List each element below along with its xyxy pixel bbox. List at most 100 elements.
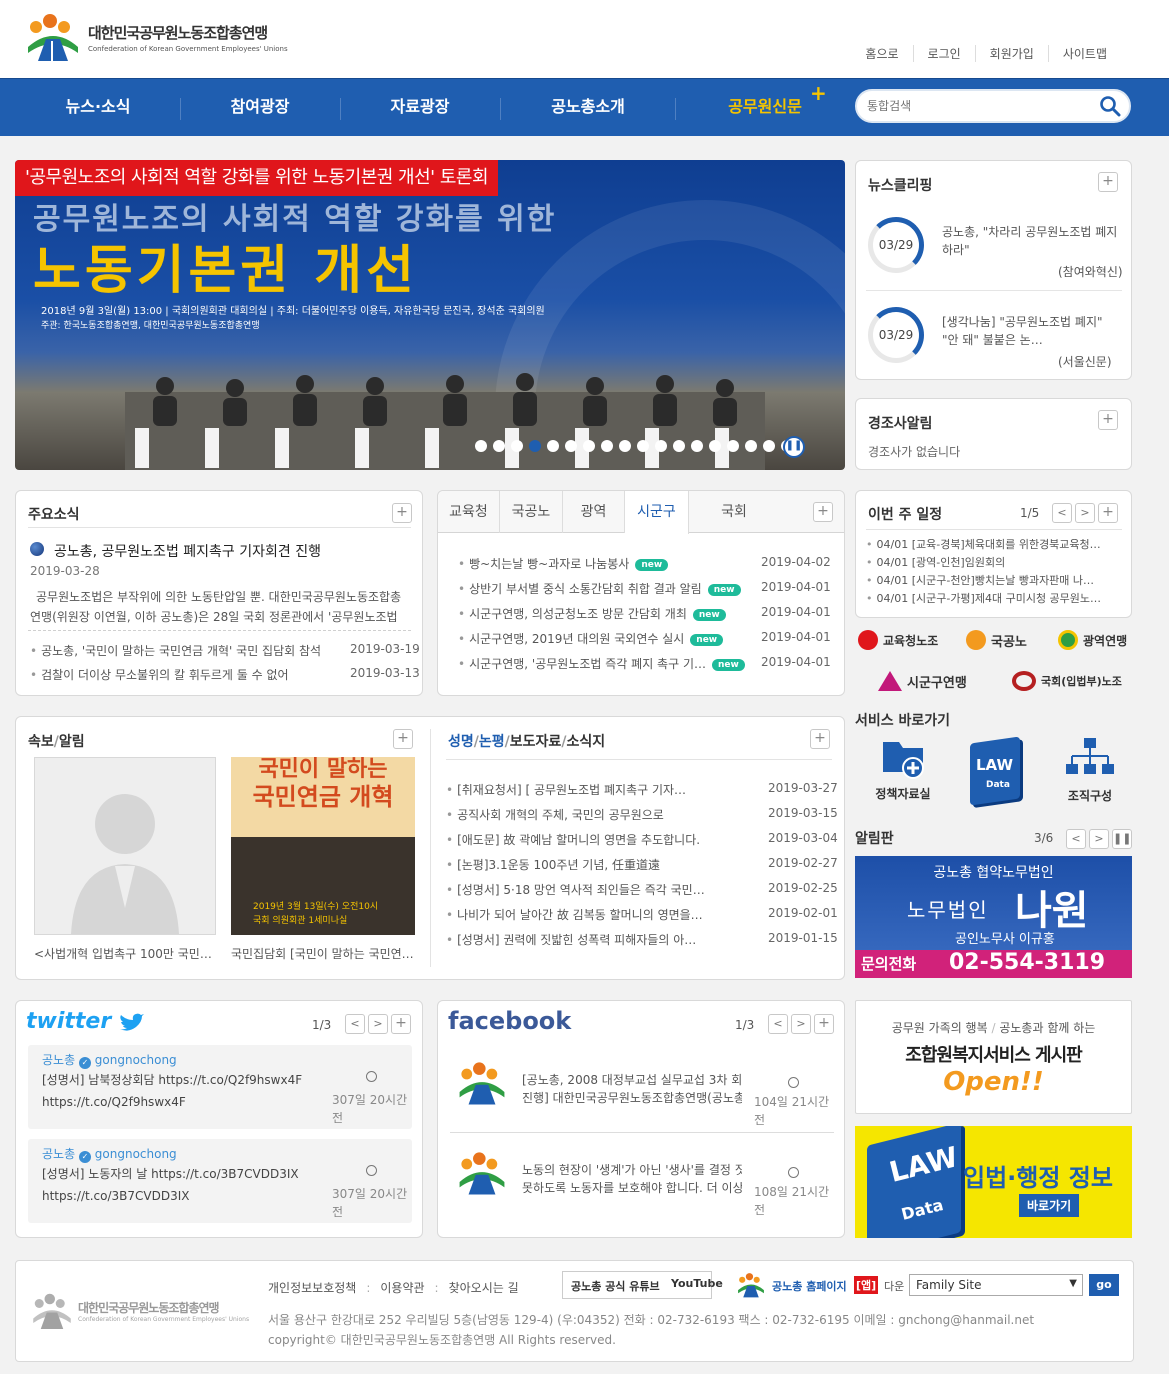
- statement-item[interactable]: • 공직사회 개혁의 주체, 국민의 공무원으로: [446, 806, 736, 823]
- union-link-national[interactable]: 국공노: [966, 630, 1027, 650]
- family-site-select[interactable]: Family Site ▼: [909, 1274, 1083, 1296]
- tab-national[interactable]: 국공노: [500, 491, 563, 533]
- banner-dot[interactable]: [619, 440, 631, 452]
- law-info-banner[interactable]: LAW Data 입법·행정 정보 바로가기: [855, 1126, 1132, 1238]
- main-banner[interactable]: '공무원노조의 사회적 역할 강화를 위한 노동기본권 개선' 토론회 공무원노…: [15, 160, 845, 470]
- more-button[interactable]: +: [393, 729, 413, 749]
- nav-about[interactable]: 공노총소개: [508, 79, 668, 137]
- union-link-metro[interactable]: 광역연맹: [1058, 630, 1127, 650]
- banner-dot[interactable]: [709, 440, 721, 452]
- flash-caption[interactable]: <사법개혁 입법촉구 100만 국민…: [34, 945, 216, 962]
- headline-link[interactable]: 공노총, 공무원노조법 폐지촉구 기자회견 진행: [54, 541, 321, 561]
- more-button[interactable]: +: [814, 1014, 834, 1034]
- tab-list-item[interactable]: • 시군구연맹, 의성군청노조 방문 간담회 개최 new: [458, 605, 758, 622]
- terms-link[interactable]: 이용약관: [380, 1281, 424, 1295]
- tab-list-item[interactable]: • 시군구연맹, '공무원노조법 즉각 폐지 촉구 기… new: [458, 655, 758, 672]
- quick-link-policy[interactable]: 정책자료실: [868, 738, 938, 802]
- more-button[interactable]: +: [1098, 172, 1118, 192]
- schedule-item[interactable]: • 04/01 [시군구-천안]빵치는날 빵과자판매 나…: [866, 572, 1122, 588]
- prev-arrow-icon[interactable]: <: [345, 1014, 365, 1034]
- more-button[interactable]: +: [1098, 503, 1118, 523]
- banner-dot[interactable]: [493, 440, 505, 452]
- next-arrow-icon[interactable]: >: [1089, 829, 1109, 849]
- banner-dot[interactable]: [475, 440, 487, 452]
- nav-participation[interactable]: 참여광장: [180, 79, 340, 137]
- union-link-assembly[interactable]: 국회(입법부)노조: [1012, 671, 1122, 691]
- schedule-item[interactable]: • 04/01 [광역-인천]임원회의: [866, 554, 1122, 570]
- prev-arrow-icon[interactable]: <: [1052, 503, 1072, 523]
- util-login-link[interactable]: 로그인: [912, 45, 975, 62]
- flash-item-2[interactable]: 국민이 말하는 국민연금 개혁 2019년 3월 13일(수) 오전10시 국회…: [231, 757, 415, 935]
- directions-link[interactable]: 찾아오시는 길: [449, 1281, 519, 1295]
- search-icon[interactable]: [1099, 95, 1121, 117]
- quick-link-law[interactable]: LAW Data: [966, 736, 1026, 806]
- schedule-item[interactable]: • 04/01 [교육-경북]체육대회를 위한경북교육청…: [866, 536, 1122, 552]
- next-arrow-icon[interactable]: >: [368, 1014, 388, 1034]
- next-arrow-icon[interactable]: >: [1075, 503, 1095, 523]
- news-list-item[interactable]: • 공노총, '국민이 말하는 국민연금 개혁' 국민 집담회 참석: [30, 642, 321, 659]
- banner-dot[interactable]: [529, 440, 541, 452]
- util-sitemap-link[interactable]: 사이트맵: [1047, 45, 1121, 62]
- statement-item[interactable]: • [성명서] 권력에 짓밟힌 성폭력 피해자들의 아…: [446, 931, 736, 948]
- next-arrow-icon[interactable]: >: [791, 1014, 811, 1034]
- clipping-item[interactable]: 03/29 [생각나눔] "공무원노조법 폐지" "안 돼" 불붙은 논… (서…: [866, 303, 1122, 373]
- youtube-button[interactable]: 공노총 공식 유튜브 YouTube: [562, 1271, 723, 1299]
- statement-item[interactable]: • 나비가 되어 날아간 故 김복동 할머니의 영면을…: [446, 906, 736, 923]
- tweet-link[interactable]: https://t.co/3B7CVDD3IX: [42, 1189, 189, 1203]
- more-button[interactable]: +: [392, 503, 412, 523]
- search-input[interactable]: [867, 92, 1087, 120]
- prev-arrow-icon[interactable]: <: [768, 1014, 788, 1034]
- banner-dot[interactable]: [763, 440, 775, 452]
- clipping-item[interactable]: 03/29 공노총, "차라리 공무원노조법 폐지 하라" (참여와혁신): [866, 213, 1123, 291]
- flash-caption[interactable]: 국민집담회 [국민이 말하는 국민연…: [231, 945, 417, 962]
- banner-dot[interactable]: [565, 440, 577, 452]
- facebook-post[interactable]: 노동의 현장이 '생계'가 아닌 '생사'를 결정 짓지 못하도록 노동자를 보호…: [450, 1137, 834, 1223]
- tab-list-item[interactable]: • 빵~치는날 빵~과자로 나눔봉사 new: [458, 555, 758, 572]
- banner-dot[interactable]: [637, 440, 649, 452]
- nav-resources[interactable]: 자료광장: [340, 79, 500, 137]
- statement-item[interactable]: • [성명서] 5·18 망언 역사적 죄인들은 즉각 국민…: [446, 881, 736, 898]
- flash-item-1[interactable]: [34, 757, 216, 935]
- notice-banner[interactable]: 공노총 협약노무법인 노무법인 나원 공인노무사 이규홍 문의전화 02-554…: [855, 856, 1132, 978]
- tab-local-active[interactable]: 시군구: [625, 491, 689, 534]
- tab-list-item[interactable]: • 시군구연맹, 2019년 대의원 국외연수 실시 new: [458, 630, 758, 647]
- privacy-link[interactable]: 개인정보보호정책: [268, 1281, 356, 1295]
- nav-news[interactable]: 뉴스·소식: [18, 79, 178, 137]
- union-link-education[interactable]: 교육청노조: [858, 630, 938, 650]
- app-download-button[interactable]: 공노총 홈페이지 [앱] 다운: [732, 1271, 904, 1299]
- tab-metro[interactable]: 광역: [563, 491, 625, 533]
- banner-pause-button[interactable]: ❚❚: [783, 436, 805, 458]
- banner-dot[interactable]: [655, 440, 667, 452]
- union-link-local[interactable]: 시군구연맹: [878, 671, 967, 691]
- tweet-card[interactable]: 공노총 ✓ gongnochong [성명서] 남북정상회담 https://t.…: [28, 1045, 412, 1129]
- tweet-card[interactable]: 공노총 ✓ gongnochong [성명서] 노동자의 날 https://t.…: [28, 1139, 412, 1223]
- more-button[interactable]: +: [391, 1014, 411, 1034]
- statement-item[interactable]: • [취재요청서] [ 공무원노조법 폐지촉구 기자…: [446, 781, 736, 798]
- prev-arrow-icon[interactable]: <: [1066, 829, 1086, 849]
- facebook-post[interactable]: [공노총, 2008 대정부교섭 실무교섭 3차 회의 진행] 대한민국공무원노동…: [450, 1047, 834, 1133]
- banner-dot[interactable]: [745, 440, 757, 452]
- tab-list-item[interactable]: • 상반기 부서별 중식 소통간담회 취합 결과 알림 new: [458, 580, 758, 597]
- welfare-banner[interactable]: 공무원 가족의 행복 / 공노총과 함께 하는 조합원복지서비스 게시판 Ope…: [855, 1000, 1132, 1114]
- news-list-item[interactable]: • 검찰이 더이상 무소불위의 칼 휘두르게 둘 수 없어: [30, 666, 289, 683]
- tab-assembly[interactable]: 국회: [689, 491, 779, 533]
- site-logo[interactable]: 대한민국공무원노동조합총연맹 Confederation of Korean G…: [24, 12, 288, 62]
- tweet-link[interactable]: https://t.co/Q2f9hswx4F: [42, 1095, 186, 1109]
- util-home-link[interactable]: 홈으로: [851, 45, 912, 62]
- pause-icon[interactable]: ❚❚: [1112, 829, 1132, 849]
- banner-dot[interactable]: [511, 440, 523, 452]
- banner-dot[interactable]: [601, 440, 613, 452]
- quick-link-org[interactable]: 조직구성: [1050, 738, 1130, 804]
- schedule-item[interactable]: • 04/01 [시군구-가평]제4대 구미시청 공무원노…: [866, 590, 1122, 606]
- banner-dot[interactable]: [673, 440, 685, 452]
- banner-dot[interactable]: [727, 440, 739, 452]
- banner-dot[interactable]: [691, 440, 703, 452]
- statement-item[interactable]: • [논평]3.1운동 100주년 기념, 任重道遠: [446, 856, 736, 873]
- tab-education[interactable]: 교육청: [438, 491, 500, 533]
- more-button[interactable]: +: [813, 502, 833, 522]
- banner-dot[interactable]: [583, 440, 595, 452]
- banner-dot[interactable]: [547, 440, 559, 452]
- more-button[interactable]: +: [1098, 410, 1118, 430]
- util-join-link[interactable]: 회원가입: [974, 45, 1048, 62]
- statement-item[interactable]: • [애도문] 故 곽예남 할머니의 영면을 추도합니다.: [446, 831, 736, 848]
